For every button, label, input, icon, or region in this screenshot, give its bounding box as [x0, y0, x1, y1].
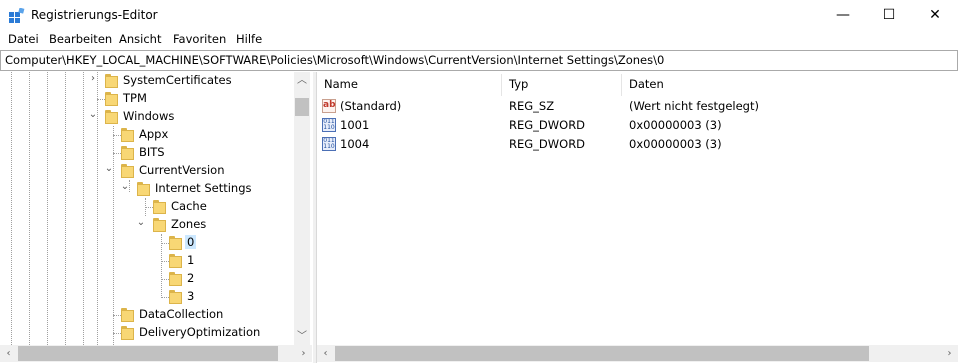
tree-node-label: BITS — [139, 145, 165, 159]
tree-node-label: 3 — [187, 289, 195, 303]
scroll-thumb[interactable] — [295, 98, 309, 116]
folder-icon — [121, 146, 134, 160]
tree-node-zone-3[interactable]: 3 — [0, 288, 294, 306]
tree-node-label: Appx — [139, 127, 169, 141]
scroll-left-arrow-icon[interactable]: ‹ — [317, 345, 334, 362]
collapse-chevron-icon[interactable]: ⌄ — [104, 163, 114, 174]
scroll-up-arrow-icon[interactable]: ︿ — [294, 72, 310, 89]
key-tree: › SystemCertificates TPM ⌄ Windows Appx … — [0, 72, 313, 363]
tree-node-label: Windows — [123, 109, 175, 123]
menu-hilfe[interactable]: Hilfe — [236, 32, 262, 46]
expand-chevron-icon[interactable]: › — [88, 73, 98, 84]
folder-icon — [169, 290, 182, 304]
tree-node-label: Cache — [171, 199, 207, 213]
address-path[interactable]: Computer\HKEY_LOCAL_MACHINE\SOFTWARE\Pol… — [5, 53, 664, 67]
registry-editor-icon — [9, 8, 25, 23]
folder-icon — [153, 200, 166, 214]
tree-node-label: 1 — [187, 253, 195, 267]
folder-icon — [169, 272, 182, 286]
column-header-type[interactable]: Typ — [509, 77, 528, 91]
tree-node-zone-1[interactable]: 1 — [0, 252, 294, 270]
value-row[interactable]: ab (Standard) REG_SZ (Wert nicht festgel… — [317, 98, 958, 116]
value-name: 1004 — [340, 137, 370, 151]
column-separator[interactable] — [621, 74, 622, 96]
tree-node-currentversion[interactable]: ⌄ CurrentVersion — [0, 162, 294, 180]
collapse-chevron-icon[interactable]: ⌄ — [120, 181, 130, 192]
column-header-data[interactable]: Daten — [629, 77, 664, 91]
scroll-thumb[interactable] — [335, 346, 869, 361]
folder-icon — [105, 74, 118, 88]
folder-icon — [105, 92, 118, 106]
value-type: REG_DWORD — [509, 118, 586, 132]
tree-node-label: SystemCertificates — [123, 73, 232, 87]
value-name: (Standard) — [340, 99, 402, 113]
value-data: (Wert nicht festgelegt) — [629, 99, 759, 113]
tree-node-cache[interactable]: Cache — [0, 198, 294, 216]
collapse-chevron-icon[interactable]: ⌄ — [88, 109, 98, 120]
folder-icon — [121, 308, 134, 322]
column-header-name[interactable]: Name — [324, 77, 358, 91]
collapse-chevron-icon[interactable]: ⌄ — [136, 217, 146, 228]
folder-icon — [169, 254, 182, 268]
tree-node-label: TPM — [123, 91, 147, 105]
tree-node-label: Internet Settings — [155, 181, 252, 195]
scroll-down-arrow-icon[interactable]: ﹀ — [294, 328, 310, 345]
scroll-left-arrow-icon[interactable]: ‹ — [0, 345, 17, 362]
column-separator[interactable] — [501, 74, 502, 96]
menu-datei[interactable]: Datei — [8, 32, 39, 46]
value-data: 0x00000003 (3) — [629, 137, 722, 151]
tree-node-zone-2[interactable]: 2 — [0, 270, 294, 288]
dword-value-icon: 011 110 — [322, 118, 336, 132]
tree-node-label: 2 — [187, 271, 195, 285]
minimize-button[interactable]: — — [820, 0, 866, 30]
values-list: Name Typ Daten ab (Standard) REG_SZ (Wer… — [317, 72, 958, 345]
folder-open-icon — [153, 218, 166, 232]
tree-node-label: Zones — [171, 217, 207, 231]
tree-node-deliveryoptimization[interactable]: DeliveryOptimization — [0, 324, 294, 342]
value-name: 1001 — [340, 118, 370, 132]
tree-node-internet-settings[interactable]: ⌄ Internet Settings — [0, 180, 294, 198]
tree-node-zone-0[interactable]: 0 — [0, 234, 294, 252]
tree-node-label: DataCollection — [139, 307, 224, 321]
tree-node-label: CurrentVersion — [139, 163, 225, 177]
tree-node-bits[interactable]: BITS — [0, 144, 294, 162]
scroll-right-arrow-icon[interactable]: › — [295, 345, 312, 362]
address-bar[interactable]: Computer\HKEY_LOCAL_MACHINE\SOFTWARE\Pol… — [0, 50, 958, 71]
tree-node-windows[interactable]: ⌄ Windows — [0, 108, 294, 126]
menu-bearbeiten[interactable]: Bearbeiten — [49, 32, 112, 46]
scroll-right-arrow-icon[interactable]: › — [941, 345, 958, 362]
maximize-button[interactable]: ☐ — [866, 0, 912, 30]
tree-node-datacollection[interactable]: DataCollection — [0, 306, 294, 324]
value-row[interactable]: 011 110 1004 REG_DWORD 0x00000003 (3) — [317, 136, 958, 154]
tree-horizontal-scrollbar[interactable]: ‹ › — [0, 345, 312, 362]
menu-ansicht[interactable]: Ansicht — [119, 32, 161, 46]
tree-vertical-scrollbar[interactable]: ︿ ﹀ — [294, 72, 310, 345]
tree-node-systemcertificates[interactable]: › SystemCertificates — [0, 72, 294, 90]
tree-node-appx[interactable]: Appx — [0, 126, 294, 144]
title-bar: Registrierungs-Editor — ☐ ✕ — [0, 0, 958, 30]
menu-bar: Datei Bearbeiten Ansicht Favoriten Hilfe — [0, 30, 958, 50]
folder-open-icon — [137, 182, 150, 196]
string-value-icon: ab — [322, 99, 336, 113]
folder-icon — [121, 326, 134, 340]
tree-node-label-selected: 0 — [185, 235, 197, 249]
tree-node-zones[interactable]: ⌄ Zones — [0, 216, 294, 234]
value-row[interactable]: 011 110 1001 REG_DWORD 0x00000003 (3) — [317, 117, 958, 135]
window-title: Registrierungs-Editor — [31, 8, 158, 22]
tree-node-label: DeliveryOptimization — [139, 325, 261, 339]
menu-favoriten[interactable]: Favoriten — [173, 32, 226, 46]
folder-icon — [121, 128, 134, 142]
value-data: 0x00000003 (3) — [629, 118, 722, 132]
folder-open-icon — [105, 110, 118, 124]
folder-open-icon — [121, 164, 134, 178]
scroll-thumb[interactable] — [18, 346, 278, 361]
value-type: REG_SZ — [509, 99, 555, 113]
dword-value-icon: 011 110 — [322, 137, 336, 151]
list-horizontal-scrollbar[interactable]: ‹ › — [317, 345, 958, 362]
tree-node-tpm[interactable]: TPM — [0, 90, 294, 108]
value-type: REG_DWORD — [509, 137, 586, 151]
folder-icon — [169, 236, 182, 250]
close-button[interactable]: ✕ — [912, 0, 958, 30]
